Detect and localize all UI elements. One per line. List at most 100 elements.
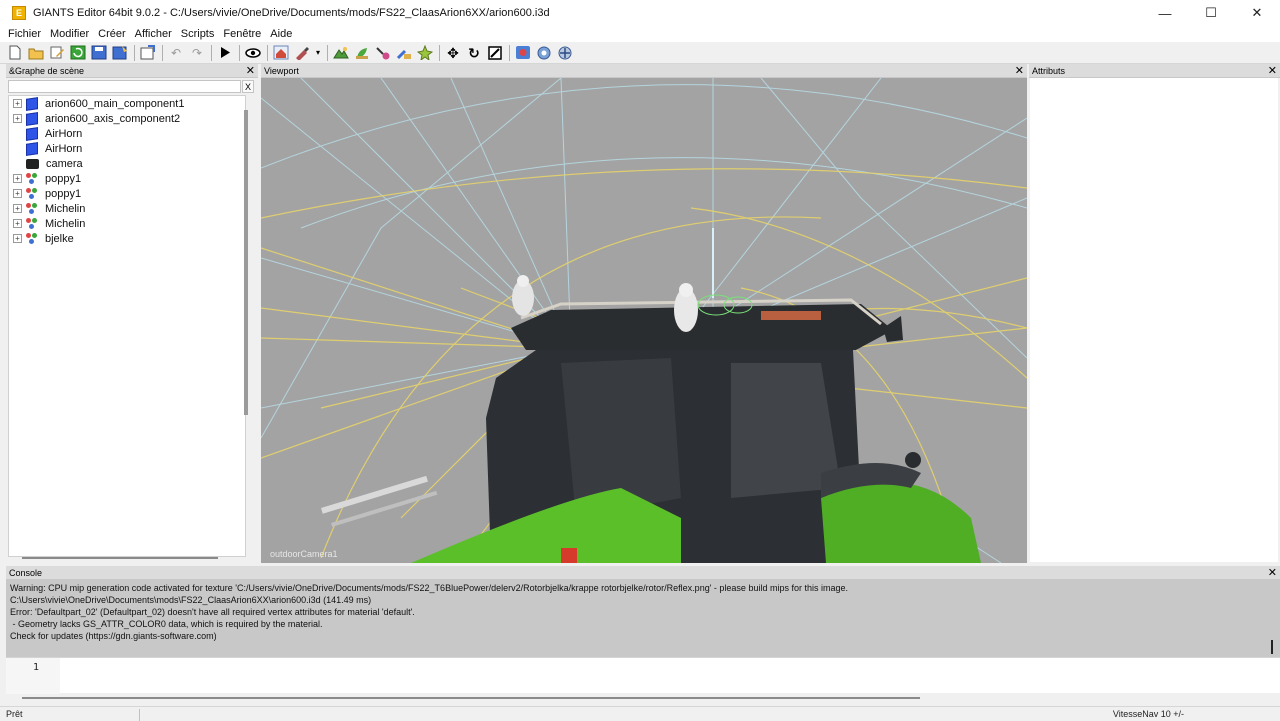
decal-icon[interactable] xyxy=(395,44,413,62)
camera-icon xyxy=(26,158,39,169)
script-editor-horizontal-scrollbar[interactable] xyxy=(22,697,920,699)
camera-home-icon[interactable] xyxy=(272,44,290,62)
save-icon[interactable] xyxy=(90,44,108,62)
minimize-button[interactable]: — xyxy=(1142,0,1188,26)
script-editor[interactable]: 1 xyxy=(6,657,1280,694)
record-icon[interactable] xyxy=(514,44,532,62)
paint-icon[interactable] xyxy=(293,44,311,62)
search-clear-button[interactable]: X xyxy=(242,80,254,93)
scale-icon[interactable] xyxy=(486,44,504,62)
navigation-speed-indicator: VitesseNav 10 +/- xyxy=(1112,708,1184,719)
menu-fenetre[interactable]: Fenêtre xyxy=(223,28,261,40)
viewport-scene-render xyxy=(261,78,1027,563)
maximize-button[interactable]: ☐ xyxy=(1188,0,1234,26)
menu-scripts[interactable]: Scripts xyxy=(181,28,215,40)
scene-graph-title: &Graphe de scène xyxy=(9,65,85,76)
menu-bar: Fichier Modifier Créer Afficher Scripts … xyxy=(0,26,1280,42)
undo-icon[interactable]: ↶ xyxy=(167,44,185,62)
expand-plus-icon[interactable]: + xyxy=(13,99,22,108)
tree-node[interactable]: AirHorn xyxy=(9,141,245,156)
import-icon[interactable] xyxy=(139,44,157,62)
expand-plus-icon[interactable]: + xyxy=(13,189,22,198)
rotate-icon[interactable]: ↻ xyxy=(465,44,483,62)
console-close-button[interactable]: ✕ xyxy=(1268,566,1280,579)
cube-icon xyxy=(26,96,38,111)
console-line: Check for updates (https://gdn.giants-so… xyxy=(10,631,217,641)
transform-group-icon xyxy=(26,202,38,215)
attributes-close-button[interactable]: ✕ xyxy=(1268,64,1280,77)
save-as-icon[interactable] xyxy=(111,44,129,62)
console-panel: Console ✕ Warning: CPU mip generation co… xyxy=(6,566,1280,657)
tree-node[interactable]: + poppy1 xyxy=(9,171,245,186)
expand-plus-icon[interactable]: + xyxy=(13,174,22,183)
tree-node-label: bjelke xyxy=(45,232,74,245)
tree-node-label: Michelin xyxy=(45,217,86,230)
tree-node[interactable]: + Michelin xyxy=(9,201,245,216)
refresh-icon[interactable] xyxy=(69,44,87,62)
terrain-icon[interactable] xyxy=(332,44,350,62)
toolbar-separator xyxy=(239,44,240,61)
expand-plus-icon[interactable]: + xyxy=(13,219,22,228)
tree-node[interactable]: + arion600_main_component1 xyxy=(9,96,245,111)
menu-creer[interactable]: Créer xyxy=(98,28,126,40)
dropdown-arrow-icon[interactable]: ▾ xyxy=(314,44,322,62)
scene-graph-panel: &Graphe de scène ✕ X + arion600_main_com… xyxy=(6,64,258,562)
foliage-icon[interactable] xyxy=(353,44,371,62)
expand-plus-icon[interactable]: + xyxy=(13,114,22,123)
open-folder-icon[interactable] xyxy=(27,44,45,62)
console-output[interactable]: Warning: CPU mip generation code activat… xyxy=(6,580,1280,657)
tree-node[interactable]: + poppy1 xyxy=(9,186,245,201)
scene-graph-close-button[interactable]: ✕ xyxy=(246,64,258,77)
main-toolbar: ↶ ↷ ▾ ✥ ↻ xyxy=(0,42,1280,64)
tree-node[interactable]: camera xyxy=(9,156,245,171)
tree-node[interactable]: + bjelke xyxy=(9,231,245,246)
menu-fichier[interactable]: Fichier xyxy=(8,28,41,40)
close-window-button[interactable]: ✕ xyxy=(1234,0,1280,26)
redo-icon[interactable]: ↷ xyxy=(188,44,206,62)
menu-modifier[interactable]: Modifier xyxy=(50,28,89,40)
line-number-gutter: 1 xyxy=(6,658,60,694)
edit-icon[interactable] xyxy=(48,44,66,62)
window-title: GIANTS Editor 64bit 9.0.2 - C:/Users/viv… xyxy=(33,7,550,19)
scene-tree: + arion600_main_component1 + arion600_ax… xyxy=(8,95,246,557)
new-file-icon[interactable] xyxy=(6,44,24,62)
scene-tree-vertical-scrollbar[interactable] xyxy=(244,110,248,415)
brush-icon[interactable] xyxy=(374,44,392,62)
tree-node-label: AirHorn xyxy=(45,127,83,140)
play-icon[interactable] xyxy=(216,44,234,62)
status-bar: Prêt VitesseNav 10 +/- xyxy=(0,706,1280,721)
eye-icon[interactable] xyxy=(244,44,262,62)
transform-group-icon xyxy=(26,187,38,200)
tree-node[interactable]: + Michelin xyxy=(9,216,245,231)
tree-node-label: arion600_main_component1 xyxy=(45,97,185,110)
transform-group-icon xyxy=(26,232,38,245)
tree-node-label: poppy1 xyxy=(45,187,82,200)
console-header: Console ✕ xyxy=(6,566,1280,580)
expand-plus-icon[interactable]: + xyxy=(13,204,22,213)
transform-group-icon xyxy=(26,172,38,185)
tree-node[interactable]: + arion600_axis_component2 xyxy=(9,111,245,126)
gizmo-icon[interactable] xyxy=(556,44,574,62)
line-number: 1 xyxy=(33,662,40,673)
menu-aide[interactable]: Aide xyxy=(270,28,292,40)
expand-plus-icon[interactable]: + xyxy=(13,234,22,243)
viewport-header: Viewport ✕ xyxy=(261,64,1027,78)
tree-node-label: Michelin xyxy=(45,202,86,215)
console-scroll-indicator[interactable] xyxy=(1271,640,1273,654)
cube-icon xyxy=(26,111,38,126)
console-line: C:\Users\vivie\OneDrive\Documents\mods\F… xyxy=(10,595,372,605)
sprinkle-icon[interactable] xyxy=(416,44,434,62)
scene-graph-search: X xyxy=(8,80,258,94)
menu-afficher[interactable]: Afficher xyxy=(135,28,172,40)
status-text: Prêt xyxy=(6,708,23,719)
scene-graph-search-input[interactable] xyxy=(8,80,241,93)
scene-tree-horizontal-scrollbar[interactable] xyxy=(22,557,218,559)
viewport-3d-canvas[interactable]: outdoorCamera1 xyxy=(261,78,1027,563)
viewport-close-button[interactable]: ✕ xyxy=(1015,64,1027,77)
settings-icon[interactable] xyxy=(535,44,553,62)
toolbar-separator xyxy=(211,44,212,61)
tree-node[interactable]: AirHorn xyxy=(9,126,245,141)
viewport-panel: Viewport ✕ outdoorCamera1 xyxy=(261,64,1027,563)
move-icon[interactable]: ✥ xyxy=(444,44,462,62)
